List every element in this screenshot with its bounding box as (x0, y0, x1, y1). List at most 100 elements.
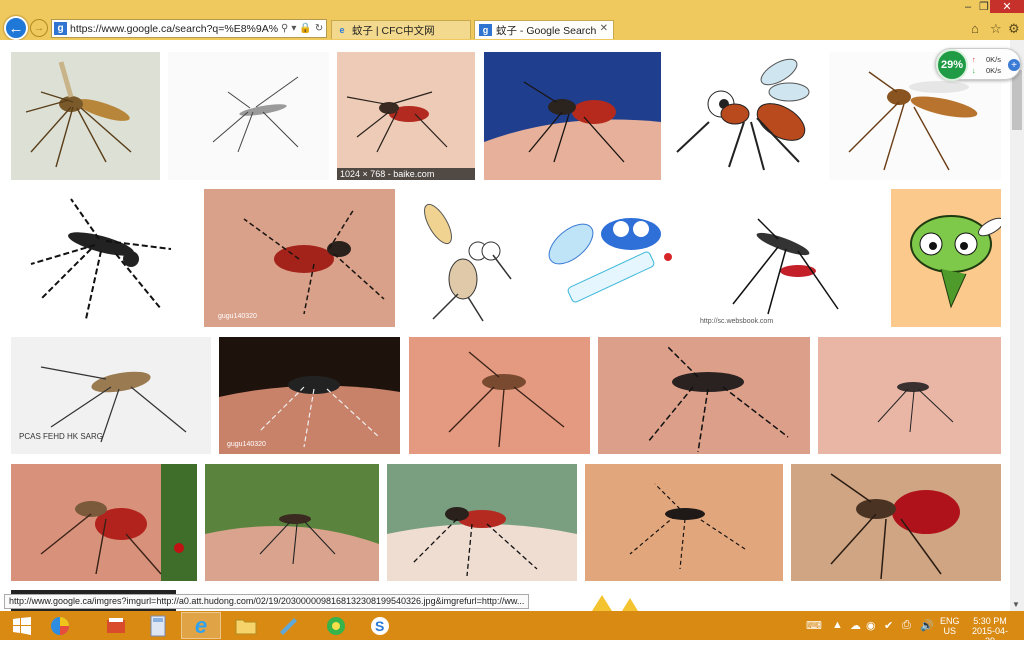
mosquito-photo (409, 337, 590, 454)
clock[interactable]: 5:30 PM 2015-04-29 (968, 616, 1012, 646)
start-button[interactable] (2, 612, 42, 639)
security-icon[interactable]: ✔ (884, 619, 893, 632)
language-code: ENG (940, 616, 960, 626)
image-result[interactable] (562, 590, 675, 611)
address-bar[interactable]: g https://www.google.ca/search?q=%E8%9A%… (51, 19, 327, 38)
plus-icon[interactable]: + (1008, 59, 1020, 71)
image-result[interactable] (409, 337, 590, 454)
mosquito-photo (11, 52, 160, 180)
taskbar-app-green[interactable] (316, 612, 356, 639)
mail-app-icon (107, 617, 125, 633)
image-result[interactable] (818, 337, 1001, 454)
download-speed: 0K/s (986, 66, 1002, 75)
forward-button[interactable]: → (30, 19, 48, 37)
upload-speed: 0K/s (986, 55, 1002, 64)
tab-label: 蚊子 | CFC中文网 (352, 24, 435, 37)
image-result[interactable] (387, 464, 577, 581)
cartoon-mosquito (526, 189, 689, 327)
colorful-app-icon (51, 616, 69, 635)
image-result[interactable] (820, 590, 1001, 611)
mosquito-photo (484, 52, 661, 180)
image-result[interactable] (11, 464, 197, 581)
taskbar-app-internet-explorer[interactable]: e (181, 612, 221, 639)
lock-icon[interactable]: 🔒 (299, 23, 311, 34)
cartoon-mosquito (592, 595, 638, 611)
image-result[interactable] (205, 464, 379, 581)
tab-label: 蚊子 - Google Search (496, 24, 597, 37)
gear-icon[interactable]: ⚙ (1008, 21, 1020, 37)
mosquito-photo (219, 337, 400, 454)
mosquito-photo (818, 337, 1001, 454)
image-result[interactable] (598, 337, 810, 454)
image-results-grid: 1024 × 768 - baike.com gugu140320 http:/… (0, 40, 1010, 611)
favorites-star-icon[interactable]: ☆ (990, 21, 1002, 37)
mosquito-illustration (11, 189, 195, 327)
close-window-button[interactable]: ✕ (990, 0, 1024, 13)
mosquito-photo (204, 189, 395, 327)
clock-time: 5:30 PM (973, 616, 1007, 626)
calculator-icon (150, 615, 166, 636)
image-result[interactable] (669, 52, 821, 180)
cartoon-mosquito (891, 189, 1001, 327)
folder-icon (235, 619, 257, 634)
dropdown-arrow-icon[interactable]: ▾ (291, 23, 296, 34)
image-result[interactable] (168, 52, 329, 180)
image-result[interactable]: 1024 × 768 - baike.com (337, 52, 475, 180)
cloud-icon[interactable]: ☁ (850, 619, 861, 632)
image-result[interactable] (403, 189, 518, 327)
notes-app-icon (280, 617, 297, 635)
taskbar-app-calculator[interactable] (138, 612, 178, 639)
taskbar: e S ⌨ ▲ ☁ ◉ ✔ ⎙ 🔊 ENG US 5:30 PM 2015-04… (0, 611, 1024, 646)
refresh-icon[interactable]: ↻ (315, 23, 323, 34)
region-code: US (943, 626, 957, 636)
taskbar-app-sogou[interactable]: S (360, 612, 400, 639)
image-result[interactable] (484, 52, 661, 180)
chevron-up-icon[interactable]: ▲ (832, 619, 843, 631)
image-result[interactable]: gugu140320 (219, 337, 400, 454)
ie-tab-icon: e (339, 25, 345, 35)
home-icon[interactable]: ⌂ (971, 21, 979, 36)
language-indicator[interactable]: ENG US (940, 616, 960, 636)
taskbar-app-mail[interactable] (96, 612, 136, 639)
back-arrow-icon: ← (8, 19, 24, 37)
image-watermark: gugu140320 (227, 441, 266, 448)
image-result[interactable]: PCAS FEHD HK SARG (11, 337, 211, 454)
image-result[interactable] (791, 464, 1001, 581)
network-icon[interactable]: ◉ (866, 619, 876, 632)
internet-explorer-icon: e (194, 612, 208, 638)
back-button[interactable]: ← (4, 16, 28, 40)
network-speed-widget[interactable]: 29% ↑ 0K/s ↓ 0K/s + (935, 48, 1021, 81)
image-result[interactable] (684, 590, 811, 611)
printer-icon[interactable]: ⎙ (902, 619, 911, 632)
url-text[interactable]: https://www.google.ca/search?q=%E8%9A%8A… (70, 23, 278, 35)
tab-cfc[interactable]: e 蚊子 | CFC中文网 (331, 20, 471, 39)
image-result[interactable]: http://sc.websbook.com (698, 189, 883, 327)
image-watermark: gugu140320 (218, 313, 257, 320)
keyboard-icon[interactable]: ⌨ (806, 619, 822, 632)
taskbar-app-file-explorer[interactable] (226, 612, 266, 639)
mosquito-photo (698, 189, 883, 327)
vertical-scrollbar[interactable]: ▼ (1010, 40, 1024, 611)
status-bar-link: http://www.google.ca/imgres?imgurl=http:… (4, 594, 530, 609)
taskbar-app-360[interactable] (40, 612, 80, 639)
volume-icon[interactable]: 🔊 (920, 619, 934, 632)
image-result[interactable] (526, 189, 689, 327)
image-watermark: http://sc.websbook.com (700, 318, 774, 325)
image-watermark: PCAS FEHD HK SARG (19, 432, 104, 441)
tab-google-search[interactable]: g 蚊子 - Google Search ✕ (474, 20, 614, 39)
browser-chrome: ← → g https://www.google.ca/search?q=%E8… (0, 0, 1024, 40)
download-arrow-icon: ↓ (972, 66, 976, 75)
image-result[interactable] (585, 464, 783, 581)
search-icon[interactable]: ⚲ (281, 23, 288, 34)
clock-date: 2015-04-29 (971, 626, 1009, 646)
cartoon-mosquito (669, 52, 821, 180)
image-result[interactable]: gugu140320 (204, 189, 395, 327)
scroll-down-arrow-icon[interactable]: ▼ (1012, 600, 1020, 609)
image-result[interactable] (11, 189, 195, 327)
image-result[interactable] (11, 52, 160, 180)
taskbar-app-notes[interactable] (268, 612, 308, 639)
scrollbar-thumb[interactable] (1012, 70, 1022, 130)
forward-arrow-icon: → (33, 22, 45, 34)
image-result[interactable] (891, 189, 1001, 327)
close-tab-icon[interactable]: ✕ (600, 23, 608, 34)
